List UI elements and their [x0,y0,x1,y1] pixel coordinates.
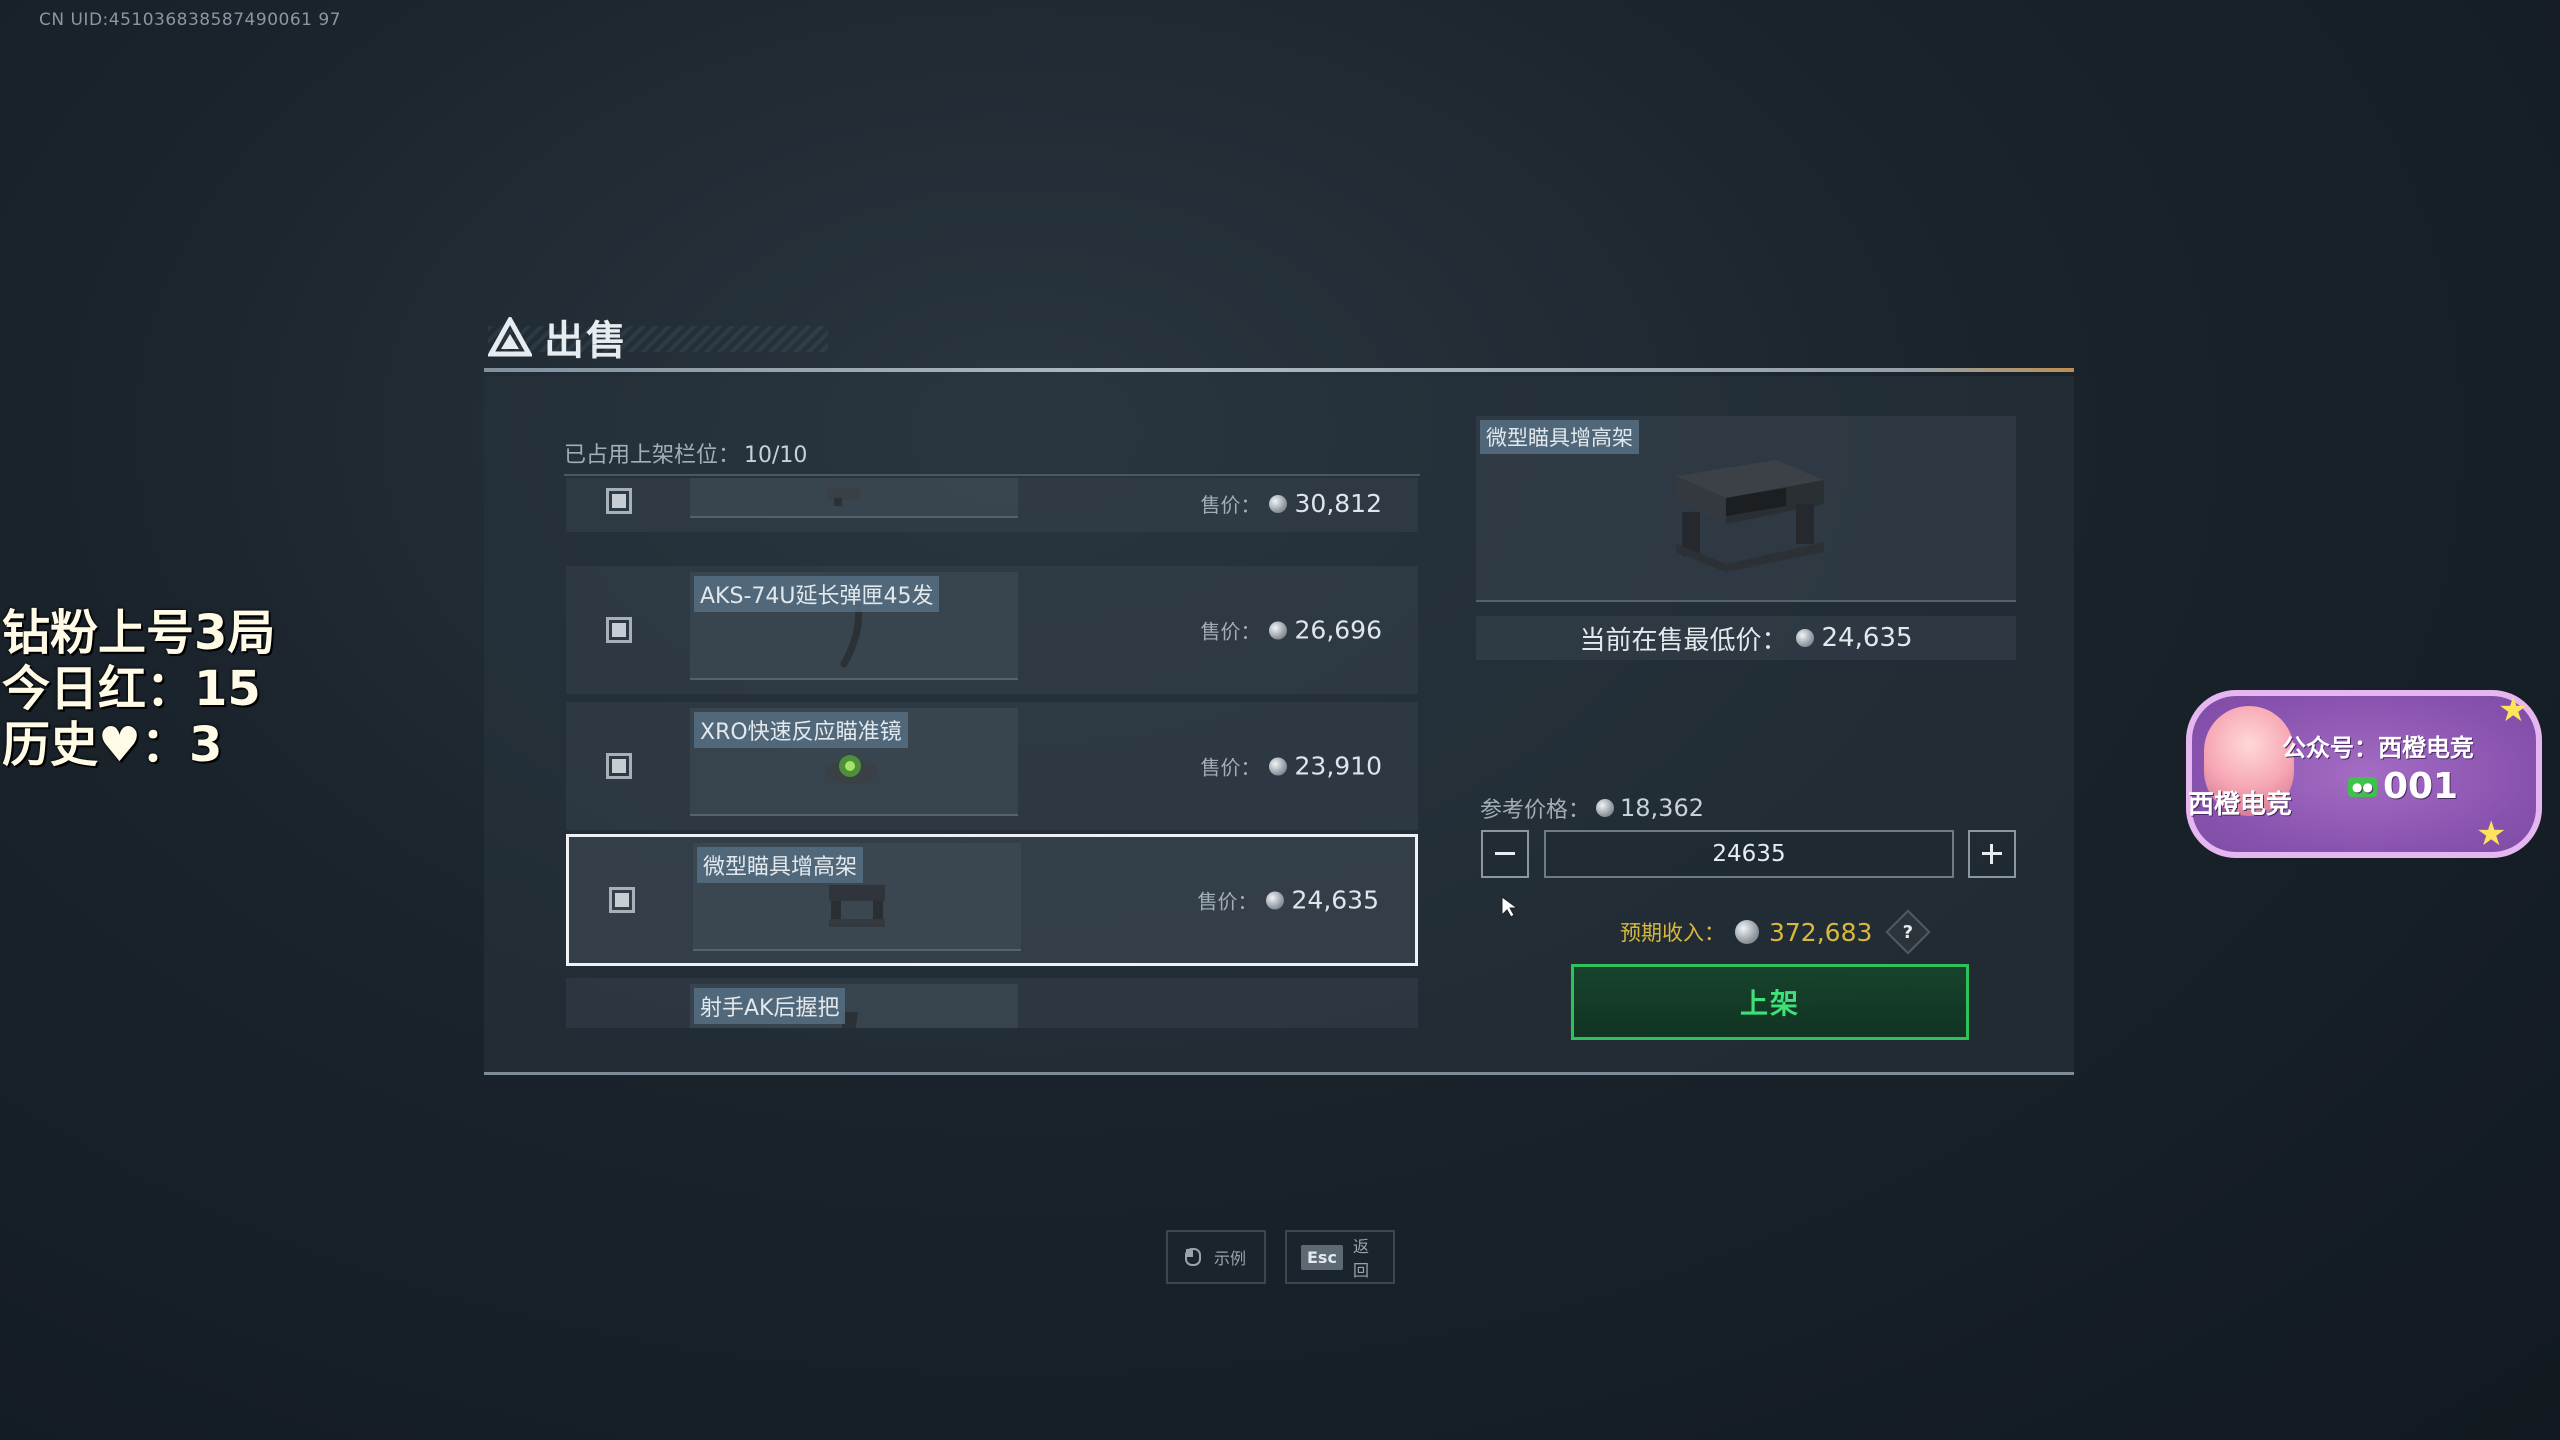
coin-icon [1268,621,1287,639]
slots-count: 10/10 [744,443,808,468]
list-item[interactable]: XRO快速反应瞄准镜 售价： 23,910 [566,702,1418,830]
list-for-sale-button[interactable]: 上架 [1571,964,1969,1040]
item-price: 售价： 30,812 [1200,489,1382,518]
item-price: 售价： 26,696 [1200,615,1382,645]
coin-icon [1268,494,1287,513]
list-divider [564,474,1420,476]
reference-price: 参考价格： 18,362 [1480,794,1704,823]
item-preview-image [1676,460,1824,572]
badge-account-line: 公众号：西橙电竞 [2282,734,2474,762]
lowest-price-bar: 当前在售最低价： 24,635 [1476,616,2016,660]
item-price: 售价： 23,910 [1200,751,1382,781]
selected-item-name: 微型瞄具增高架 [1480,420,1639,454]
slots-counter: 已占用上架栏位： 10/10 [564,437,807,469]
decrease-price-button[interactable] [1481,830,1529,878]
mouse-icon [1185,1248,1201,1266]
player-uid: CN UID:451036838587490061 97 [39,10,341,30]
item-name: 微型瞄具增高架 [697,847,864,883]
overlay-line-3: 历史♥：3 [2,717,223,773]
item-name: XRO快速反应瞄准镜 [694,712,908,748]
item-name: 射手AK后握把 [694,988,846,1024]
star-icon: ★ [2476,814,2507,854]
list-item[interactable]: AKS-74U延长弹匣45发 售价： 26,696 [566,566,1418,694]
streamer-badge: 公众号：西橙电竞 西橙电竞 ●● 001 ★ ★ [2186,690,2542,858]
item-name: AKS-74U延长弹匣45发 [694,576,940,612]
header-divider [484,368,2074,372]
coin-icon [1795,629,1814,647]
coin-icon [1268,757,1287,775]
item-checkbox[interactable] [606,753,632,779]
coin-icon [1596,799,1615,817]
expected-income-value: 372,683 [1769,917,1873,947]
increase-price-button[interactable] [1968,830,2016,878]
list-item[interactable]: 射手AK后握把 [566,978,1418,1028]
back-hint[interactable]: Esc 返回 [1285,1230,1395,1284]
game-screen: CN UID:451036838587490061 97 钻粉上号3局 今日红：… [0,0,2560,1440]
star-icon: ★ [2498,690,2529,730]
item-checkbox[interactable] [609,887,635,913]
item-checkbox[interactable] [606,488,632,514]
badge-brand-line: 西橙电竞 [2188,790,2293,820]
coin-icon [1265,891,1284,909]
platform-logo-icon: ●● [2348,776,2377,797]
item-image [840,602,863,668]
sell-triangle-icon [488,317,532,357]
list-item-selected[interactable]: 微型瞄具增高架 售价： 24,635 [566,834,1418,966]
item-price: 售价： 24,635 [1197,885,1379,915]
item-thumbnail [690,478,1018,518]
stream-overlay-stats: 钻粉上号3局 今日红：15 历史♥：3 [2,605,275,773]
minus-icon [1495,852,1515,855]
mouse-cursor-icon [1501,896,1519,918]
item-image [826,755,878,784]
help-icon[interactable]: ? [1885,909,1932,955]
overlay-line-2: 今日红：15 [2,661,261,717]
sell-header: 出售 [488,308,628,366]
item-list[interactable]: 售价： 30,812 AKS-74U延长弹匣45发 售价： 26,696 XRO… [560,478,1428,1028]
list-item[interactable]: 售价： 30,812 [566,478,1418,532]
slots-label: 已占用上架栏位： [564,443,741,468]
badge-number: ●● 001 [2348,766,2458,807]
plus-icon [1982,844,2002,864]
example-hint[interactable]: 示例 [1166,1230,1266,1284]
lowest-price-label: 当前在售最低价： [1579,625,1788,656]
expected-income: 预期收入： 372,683 ? [1620,909,1932,955]
item-image [826,488,860,506]
item-image [829,885,885,927]
esc-key: Esc [1301,1244,1343,1270]
item-checkbox[interactable] [606,617,632,643]
price-input[interactable] [1544,830,1954,878]
page-title: 出售 [544,318,628,364]
overlay-line-1: 钻粉上号3局 [2,605,276,661]
coin-icon [1735,920,1759,944]
lowest-price-value: 24,635 [1821,623,1913,653]
